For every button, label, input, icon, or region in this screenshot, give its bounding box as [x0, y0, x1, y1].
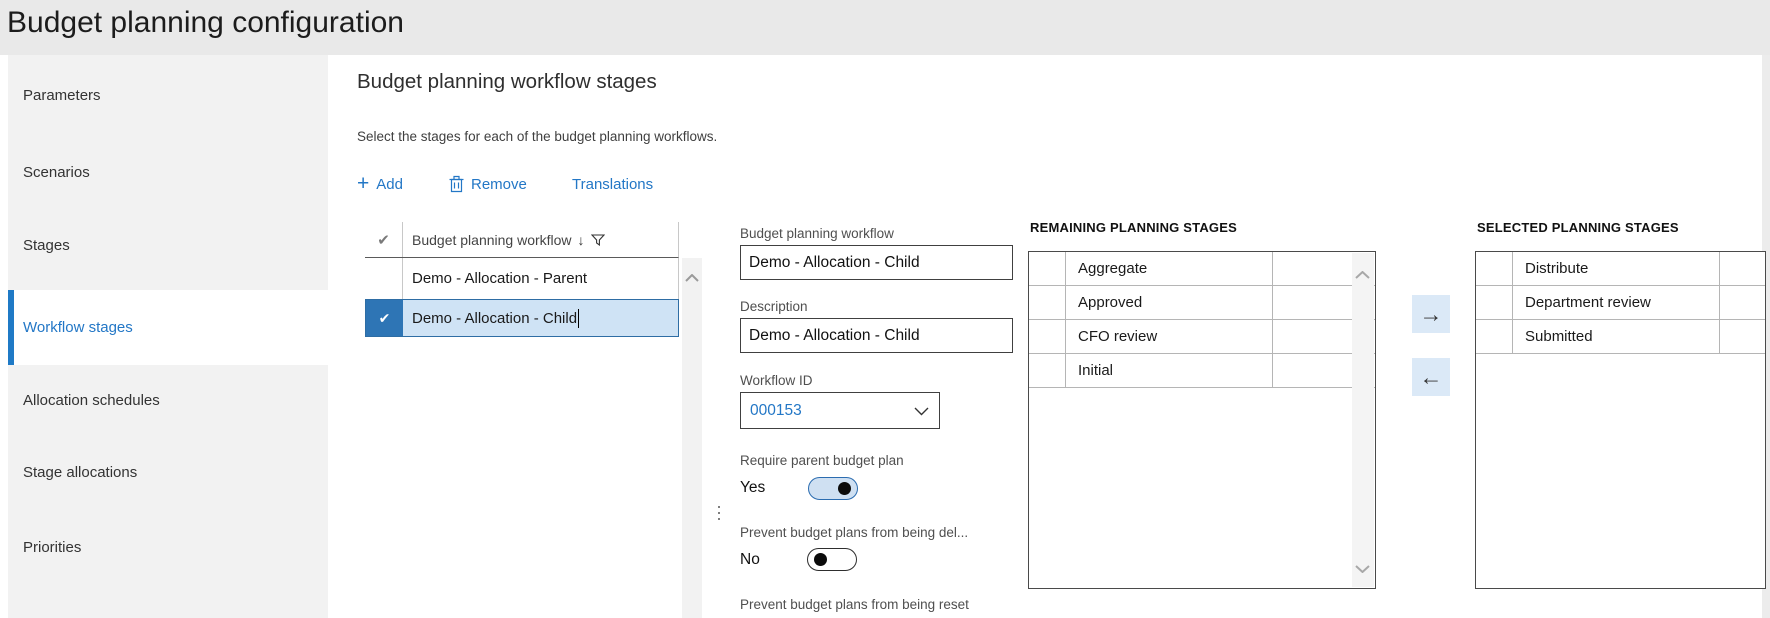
table-row[interactable]: Demo - Allocation - Parent [365, 258, 679, 299]
description-field[interactable] [740, 318, 1013, 353]
row-select-cell[interactable] [1476, 286, 1513, 319]
splitter-handle[interactable] [718, 506, 720, 520]
sidebar-item-scenarios[interactable]: Scenarios [8, 135, 328, 210]
move-left-button[interactable]: ← [1412, 358, 1450, 396]
workflow-id-dropdown[interactable]: 000153 [740, 392, 940, 429]
move-right-button[interactable]: → [1412, 295, 1450, 333]
arrow-right-icon: → [1419, 300, 1443, 327]
panel-scrollbar[interactable] [1352, 253, 1374, 587]
workflow-field-label: Budget planning workflow [740, 226, 894, 241]
workflow-name-cell[interactable]: Demo - Allocation - Parent [403, 258, 678, 299]
stage-name[interactable]: Department review [1513, 286, 1720, 319]
row-select-cell[interactable] [1029, 286, 1066, 319]
prevent-delete-toggle[interactable] [807, 548, 857, 571]
table-row-selected[interactable]: ✔ Demo - Allocation - Child [365, 299, 679, 337]
filter-icon[interactable] [590, 233, 605, 246]
workflow-id-label: Workflow ID [740, 373, 813, 388]
workflow-field[interactable] [740, 245, 1013, 280]
check-icon: ✔ [377, 231, 390, 249]
stage-name[interactable]: Aggregate [1066, 252, 1273, 285]
require-parent-label: Require parent budget plan [740, 453, 904, 468]
row-select-cell[interactable] [1029, 252, 1066, 285]
description-field-label: Description [740, 299, 808, 314]
arrow-left-icon: ← [1419, 363, 1443, 390]
sidebar-item-stage-allocations[interactable]: Stage allocations [8, 435, 328, 510]
text-cursor [578, 308, 580, 328]
page-title: Budget planning configuration [7, 6, 404, 39]
chevron-up-icon[interactable] [1355, 271, 1370, 279]
translations-button-label: Translations [572, 175, 654, 193]
remove-button-label: Remove [471, 175, 527, 193]
grid-scrollbar[interactable] [682, 258, 702, 618]
stage-name[interactable]: Distribute [1513, 252, 1720, 285]
prevent-reset-label: Prevent budget plans from being reset [740, 597, 969, 612]
workflow-grid: ✔ Budget planning workflow ↓ Demo - Allo… [365, 222, 679, 337]
list-item[interactable]: Aggregate [1029, 252, 1375, 286]
section-subtitle: Select the stages for each of the budget… [357, 129, 718, 144]
list-item[interactable]: Approved [1029, 286, 1375, 320]
remaining-stages-panel: Aggregate Approved CFO review Initial [1028, 251, 1376, 589]
row-select-cell[interactable] [1029, 320, 1066, 353]
grid-column-header[interactable]: Budget planning workflow [412, 232, 572, 248]
add-button-label: Add [376, 175, 403, 193]
sidebar: Parameters Scenarios Stages Workflow sta… [8, 55, 328, 618]
add-button[interactable]: + Add [357, 170, 403, 198]
list-item[interactable]: Submitted [1476, 320, 1765, 354]
translations-button[interactable]: Translations [572, 170, 653, 198]
select-all-cell[interactable]: ✔ [365, 222, 403, 257]
row-select-cell[interactable] [1476, 252, 1513, 285]
sidebar-item-workflow-stages[interactable]: Workflow stages [8, 290, 328, 365]
workflow-name-cell-editing[interactable]: Demo - Allocation - Child [403, 300, 678, 336]
remaining-stages-heading: REMAINING PLANNING STAGES [1030, 220, 1237, 235]
toggle-knob [838, 482, 851, 495]
prevent-delete-value: No [740, 551, 760, 568]
stage-name[interactable]: Submitted [1513, 320, 1720, 353]
sort-descending-icon[interactable]: ↓ [578, 232, 585, 248]
stage-name[interactable]: CFO review [1066, 320, 1273, 353]
sidebar-item-stages[interactable]: Stages [8, 208, 328, 283]
check-icon: ✔ [378, 309, 391, 326]
titlebar: Budget planning configuration [0, 0, 1770, 55]
sidebar-item-parameters[interactable]: Parameters [8, 58, 328, 133]
list-item[interactable]: Department review [1476, 286, 1765, 320]
row-select-cell-checked[interactable]: ✔ [366, 300, 403, 336]
prevent-delete-label: Prevent budget plans from being del... [740, 525, 969, 540]
row-select-cell[interactable] [1029, 354, 1066, 387]
section-heading: Budget planning workflow stages [357, 70, 657, 93]
sidebar-item-priorities[interactable]: Priorities [8, 510, 328, 585]
plus-icon: + [357, 172, 370, 195]
remove-button[interactable]: Remove [449, 170, 527, 198]
toggle-knob [814, 553, 827, 566]
budget-planning-configuration-screen: Budget planning configuration Parameters… [0, 0, 1770, 618]
sidebar-item-allocation-schedules[interactable]: Allocation schedules [8, 363, 328, 438]
row-select-cell[interactable] [365, 258, 403, 299]
chevron-up-icon[interactable] [685, 274, 699, 282]
selected-stages-panel: Distribute Department review Submitted [1475, 251, 1766, 589]
stage-name[interactable]: Approved [1066, 286, 1273, 319]
chevron-down-icon [914, 407, 929, 416]
workflow-name-text: Demo - Allocation - Child [412, 309, 578, 327]
list-item[interactable]: CFO review [1029, 320, 1375, 354]
trash-icon [449, 175, 464, 193]
list-item[interactable]: Distribute [1476, 252, 1765, 286]
workflow-id-value: 000153 [750, 401, 802, 419]
list-item[interactable]: Initial [1029, 354, 1375, 388]
grid-header-row[interactable]: ✔ Budget planning workflow ↓ [365, 222, 679, 258]
selected-stages-heading: SELECTED PLANNING STAGES [1477, 220, 1679, 235]
chevron-down-icon[interactable] [1355, 565, 1370, 573]
require-parent-value: Yes [740, 479, 766, 496]
require-parent-toggle[interactable] [808, 477, 858, 500]
row-select-cell[interactable] [1476, 320, 1513, 353]
stage-name[interactable]: Initial [1066, 354, 1273, 387]
